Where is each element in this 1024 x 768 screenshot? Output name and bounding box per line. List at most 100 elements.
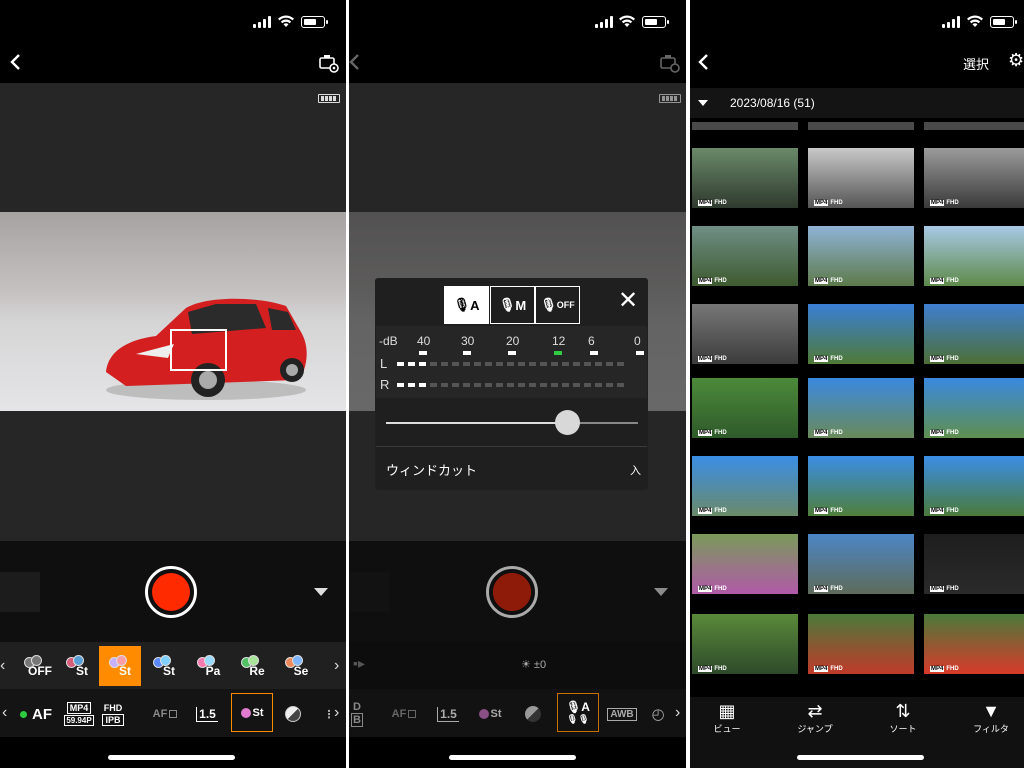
- video-thumbnail[interactable]: MP4 FHD: [808, 304, 914, 364]
- video-thumbnail[interactable]: MP4 FHD: [692, 614, 798, 674]
- back-chevron-icon[interactable]: [694, 52, 714, 72]
- video-thumbnail[interactable]: MP4 FHD: [924, 226, 1024, 286]
- timer-button[interactable]: ◴: [647, 694, 669, 734]
- contrast-icon: [525, 706, 541, 722]
- video-thumbnail-partial[interactable]: [692, 122, 798, 130]
- d-range-button[interactable]: DB: [349, 694, 365, 734]
- audio-level-slider-knob[interactable]: [555, 410, 580, 435]
- scroll-left-icon[interactable]: ‹: [0, 657, 5, 675]
- video-thumbnail[interactable]: MP4 FHD: [692, 534, 798, 594]
- view-button[interactable]: ▦ ビュー: [692, 700, 762, 735]
- format-badge: MP4 FHD: [698, 356, 727, 362]
- db-tick-label: 6: [588, 334, 595, 348]
- record-button[interactable]: [486, 566, 538, 618]
- status-bar: [690, 0, 1024, 44]
- jump-icon: ⇄: [807, 700, 823, 721]
- battery-icon: [990, 16, 1017, 28]
- collapse-caret-icon[interactable]: [698, 100, 708, 106]
- film-style-option[interactable]: Pa: [187, 646, 229, 686]
- recording-quality-button[interactable]: FHD IPB: [96, 694, 130, 734]
- expand-triangle-icon[interactable]: [314, 588, 328, 596]
- wind-cut-label[interactable]: ウィンドカット: [386, 460, 477, 479]
- mic-off-button[interactable]: 🎙︎ OFF: [535, 286, 580, 324]
- channel-left-label: L: [380, 356, 388, 371]
- af-mode-button[interactable]: AF: [389, 694, 419, 734]
- sort-button[interactable]: ⇅ ソート: [868, 700, 938, 735]
- level-segment: [529, 383, 536, 387]
- video-thumbnail[interactable]: MP4 FHD: [924, 534, 1024, 594]
- video-thumbnail[interactable]: MP4 FHD: [808, 456, 914, 516]
- video-thumbnail[interactable]: MP4 FHD: [808, 148, 914, 208]
- expand-triangle-icon[interactable]: [654, 588, 668, 596]
- exposure-bar: [349, 642, 686, 689]
- af-button[interactable]: AF: [16, 694, 56, 734]
- filter-button[interactable]: ▼ フィルタ: [956, 700, 1024, 735]
- toolbar-left-icon[interactable]: ‹: [2, 704, 7, 722]
- white-balance-button[interactable]: AWB: [607, 694, 637, 734]
- recording-format-button[interactable]: MP4 59.94P: [62, 694, 96, 734]
- toolbar-right-icon[interactable]: ›: [675, 704, 680, 722]
- level-segment: [573, 362, 580, 366]
- record-button[interactable]: [145, 566, 197, 618]
- film-style-option[interactable]: Re: [231, 646, 273, 686]
- back-chevron-icon[interactable]: [349, 52, 365, 72]
- video-thumbnail-partial[interactable]: [924, 122, 1024, 130]
- video-thumbnail[interactable]: MP4 FHD: [692, 226, 798, 286]
- self-timer-icon: ◴: [651, 706, 665, 723]
- level-segment: [496, 383, 503, 387]
- video-thumbnail[interactable]: MP4 FHD: [808, 378, 914, 438]
- level-segment: [595, 383, 602, 387]
- divider: [376, 446, 647, 447]
- mic-setting-button[interactable]: 🎙︎A 🎙︎🎙︎: [557, 693, 599, 732]
- camera-settings-icon[interactable]: [659, 52, 681, 74]
- video-thumbnail[interactable]: MP4 FHD: [924, 148, 1024, 208]
- video-thumbnail[interactable]: MP4 FHD: [808, 614, 914, 674]
- video-thumbnail[interactable]: MP4 FHD: [924, 614, 1024, 674]
- video-thumbnail[interactable]: MP4 FHD: [808, 226, 914, 286]
- level-segment: [573, 383, 580, 387]
- jump-button[interactable]: ⇄ ジャンプ: [780, 700, 850, 735]
- af-dot-icon: [20, 710, 27, 718]
- video-thumbnail[interactable]: MP4 FHD: [692, 378, 798, 438]
- video-thumbnail[interactable]: MP4 FHD: [924, 304, 1024, 364]
- wind-cut-value[interactable]: 入: [630, 462, 641, 478]
- film-style-option[interactable]: St: [143, 646, 185, 686]
- level-segment: [441, 383, 448, 387]
- video-thumbnail[interactable]: MP4 FHD: [692, 148, 798, 208]
- last-capture-thumbnail[interactable]: [349, 572, 389, 612]
- video-thumbnail[interactable]: MP4 FHD: [924, 456, 1024, 516]
- format-badge: MP4 FHD: [930, 278, 959, 284]
- zoom-button[interactable]: 1.5: [433, 694, 463, 734]
- video-thumbnail-partial[interactable]: [808, 122, 914, 130]
- film-style-button[interactable]: St: [231, 693, 273, 732]
- mic-manual-button[interactable]: 🎙︎ M: [490, 286, 535, 324]
- camera-battery-icon: [318, 94, 340, 103]
- filter-effect-button[interactable]: [281, 694, 305, 734]
- gear-icon[interactable]: ⚙: [1008, 50, 1024, 71]
- level-segment: [518, 383, 525, 387]
- video-thumbnail[interactable]: MP4 FHD: [692, 456, 798, 516]
- video-thumbnail[interactable]: MP4 FHD: [692, 304, 798, 364]
- scroll-right-icon[interactable]: ›: [334, 657, 339, 675]
- video-thumbnail[interactable]: MP4 FHD: [924, 378, 1024, 438]
- select-button[interactable]: 選択: [963, 54, 989, 73]
- af-mode-button[interactable]: AF: [150, 694, 180, 734]
- film-style-option[interactable]: St: [56, 646, 98, 686]
- close-icon[interactable]: ✕: [618, 286, 638, 315]
- format-badge: MP4 FHD: [814, 200, 843, 206]
- toolbar-right-icon[interactable]: ›: [334, 704, 339, 722]
- last-capture-thumbnail[interactable]: [0, 572, 40, 612]
- video-thumbnail[interactable]: MP4 FHD: [808, 534, 914, 594]
- zoom-button[interactable]: 1.5: [192, 694, 222, 734]
- film-style-option[interactable]: Se: [275, 646, 317, 686]
- film-style-button[interactable]: St: [475, 694, 505, 734]
- mic-auto-button[interactable]: 🎙︎ A: [444, 286, 489, 324]
- filter-effect-button[interactable]: [521, 694, 545, 734]
- film-style-option[interactable]: St: [99, 646, 141, 686]
- format-badge: MP4 FHD: [698, 430, 727, 436]
- camera-settings-icon[interactable]: [318, 52, 340, 74]
- date-group-label: 2023/08/16 (51): [730, 96, 815, 110]
- focus-frame[interactable]: [170, 329, 227, 371]
- back-chevron-icon[interactable]: [6, 52, 26, 72]
- film-style-option[interactable]: OFF: [14, 646, 56, 686]
